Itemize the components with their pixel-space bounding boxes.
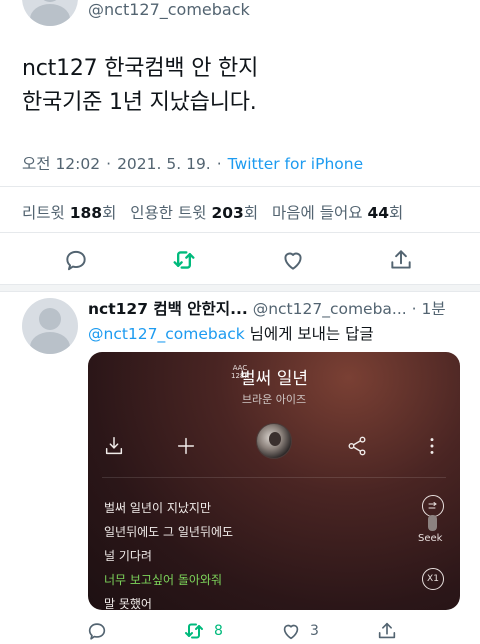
lyric-line: 말 못했어 <box>104 597 152 610</box>
divider <box>0 186 480 187</box>
retweet-count: 8 <box>214 623 223 639</box>
album-art[interactable] <box>256 423 292 459</box>
seek-icon[interactable] <box>422 495 444 517</box>
reply-author-handle[interactable]: @nct127_comeba... <box>253 300 407 318</box>
retweets-stat[interactable]: 리트윗 188회 <box>22 204 116 222</box>
reply-header: nct127 컴백 안한지... @nct127_comeba... · 1분 <box>88 300 446 318</box>
author-handle[interactable]: @nct127_comeback <box>88 0 250 19</box>
card-divider <box>102 477 446 478</box>
song-title: 벌써 일년 <box>240 369 308 389</box>
section-separator <box>0 284 480 292</box>
reply-mention-link[interactable]: @nct127_comeback <box>88 325 245 343</box>
like-count: 3 <box>310 623 319 639</box>
likes-stat[interactable]: 마음에 들어요 44회 <box>272 204 403 222</box>
retweet-icon[interactable] <box>167 243 201 277</box>
tweet-stats: 리트윗 188회 인용한 트윗 203회 마음에 들어요 44회 <box>22 201 412 223</box>
lyric-line: 벌써 일년이 지났지만 <box>104 501 211 515</box>
replying-to: @nct127_comeback 님에게 보내는 답글 <box>88 322 374 344</box>
reply-avatar[interactable] <box>22 298 78 354</box>
share-icon[interactable] <box>376 620 398 642</box>
like-icon <box>283 624 299 640</box>
speed-button[interactable]: X1 <box>422 568 444 590</box>
tweet-text: nct127 한국컴백 안 한지 한국기준 1년 지났습니다. <box>22 52 258 120</box>
reply-time: 1분 <box>421 300 446 318</box>
lyric-line-current: 너무 보고싶어 돌아와줘 <box>104 573 223 587</box>
share-icon[interactable] <box>339 428 375 464</box>
reply-author-name[interactable]: nct127 컴백 안한지... <box>88 300 248 318</box>
like-button[interactable]: 3 <box>280 620 319 642</box>
music-player-card[interactable]: AAC 128K 벌써 일년 브라운 아이즈 벌써 일년이 지났지만 일년뒤에도 … <box>88 352 460 610</box>
divider <box>0 232 480 233</box>
lyrics-block: 벌써 일년이 지났지만 일년뒤에도 그 일년뒤에도 널 기다려 너무 보고싶어 … <box>104 496 233 610</box>
tweet-meta: 오전 12:02 · 2021. 5. 19. · Twitter for iPhone <box>22 155 364 173</box>
more-options-icon[interactable] <box>414 428 450 464</box>
seek-label: Seek <box>418 533 443 544</box>
tweet-time: 오전 12:02 <box>22 155 101 173</box>
avatar[interactable] <box>22 0 78 26</box>
reply-actions: 8 3 <box>0 620 480 644</box>
tweet-text-line: 한국기준 1년 지났습니다. <box>22 90 257 115</box>
seek-handle[interactable] <box>428 515 437 531</box>
download-icon[interactable] <box>96 428 132 464</box>
song-artist: 브라운 아이즈 <box>241 393 307 406</box>
reply-icon[interactable] <box>59 243 93 277</box>
retweet-button[interactable]: 8 <box>182 620 223 642</box>
like-icon[interactable] <box>276 243 310 277</box>
tweet-date: 2021. 5. 19. <box>117 155 211 173</box>
tweet-source-link[interactable]: Twitter for iPhone <box>228 155 363 173</box>
reply-to-suffix: 님에게 보내는 답글 <box>249 325 374 343</box>
quotes-stat[interactable]: 인용한 트윗 203회 <box>130 204 258 222</box>
share-icon[interactable] <box>384 243 418 277</box>
add-icon[interactable] <box>168 428 204 464</box>
reply-icon[interactable] <box>86 620 108 642</box>
retweet-icon <box>185 623 203 639</box>
lyric-line: 일년뒤에도 그 일년뒤에도 <box>104 525 234 539</box>
tweet-text-line: nct127 한국컴백 안 한지 <box>22 56 259 81</box>
tweet-actions <box>0 243 480 279</box>
lyric-line: 널 기다려 <box>104 549 152 563</box>
